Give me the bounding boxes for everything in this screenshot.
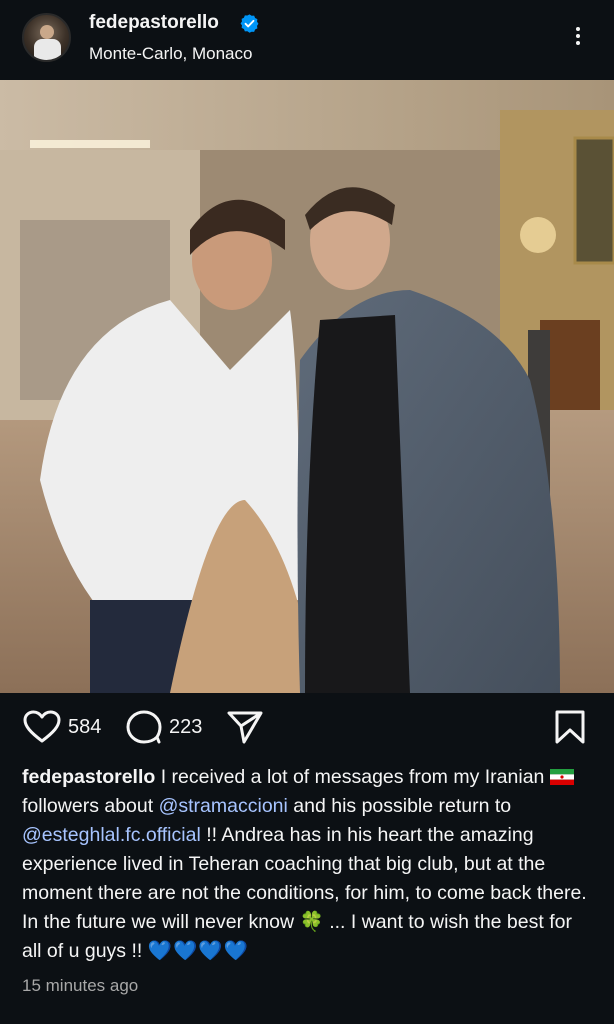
like-button[interactable]: 584 [22, 710, 101, 744]
bookmark-icon [555, 710, 585, 744]
iran-flag-emoji [549, 769, 574, 785]
caption-text-2: followers about [22, 795, 154, 817]
post-image [0, 80, 614, 693]
post-photo[interactable] [0, 80, 614, 693]
mention-stramaccioni[interactable]: @stramaccioni [159, 795, 288, 817]
send-icon [227, 711, 263, 744]
profile-avatar[interactable] [22, 13, 71, 62]
post-caption: fedepastorello I received a lot of messa… [22, 763, 596, 966]
comment-icon [126, 710, 162, 744]
verified-badge-icon [240, 14, 259, 33]
caption-text-3: and his possible return to [293, 795, 512, 817]
post-actions: 584 223 [0, 693, 614, 763]
comment-count: 223 [169, 715, 203, 738]
caption-username[interactable]: fedepastorello [22, 766, 155, 788]
post-username[interactable]: fedepastorello [89, 12, 219, 34]
four-leaf-clover-emoji: 🍀 [299, 911, 324, 933]
share-button[interactable] [227, 710, 263, 744]
heart-icon [23, 710, 61, 743]
more-options-icon[interactable] [568, 24, 588, 54]
post-header: fedepastorello Monte-Carlo, Monaco [0, 0, 614, 80]
like-count: 584 [68, 715, 102, 738]
post-location[interactable]: Monte-Carlo, Monaco [89, 44, 252, 64]
post-timestamp: 15 minutes ago [22, 976, 139, 995]
caption-text-1: I received a lot of messages from my Ira… [160, 766, 545, 788]
save-button[interactable] [554, 710, 586, 744]
blue-heart-emoji: 💙💙💙💙 [147, 940, 249, 962]
mention-esteghlal[interactable]: @esteghlal.fc.official [22, 824, 201, 846]
comment-button[interactable]: 223 [125, 710, 202, 744]
